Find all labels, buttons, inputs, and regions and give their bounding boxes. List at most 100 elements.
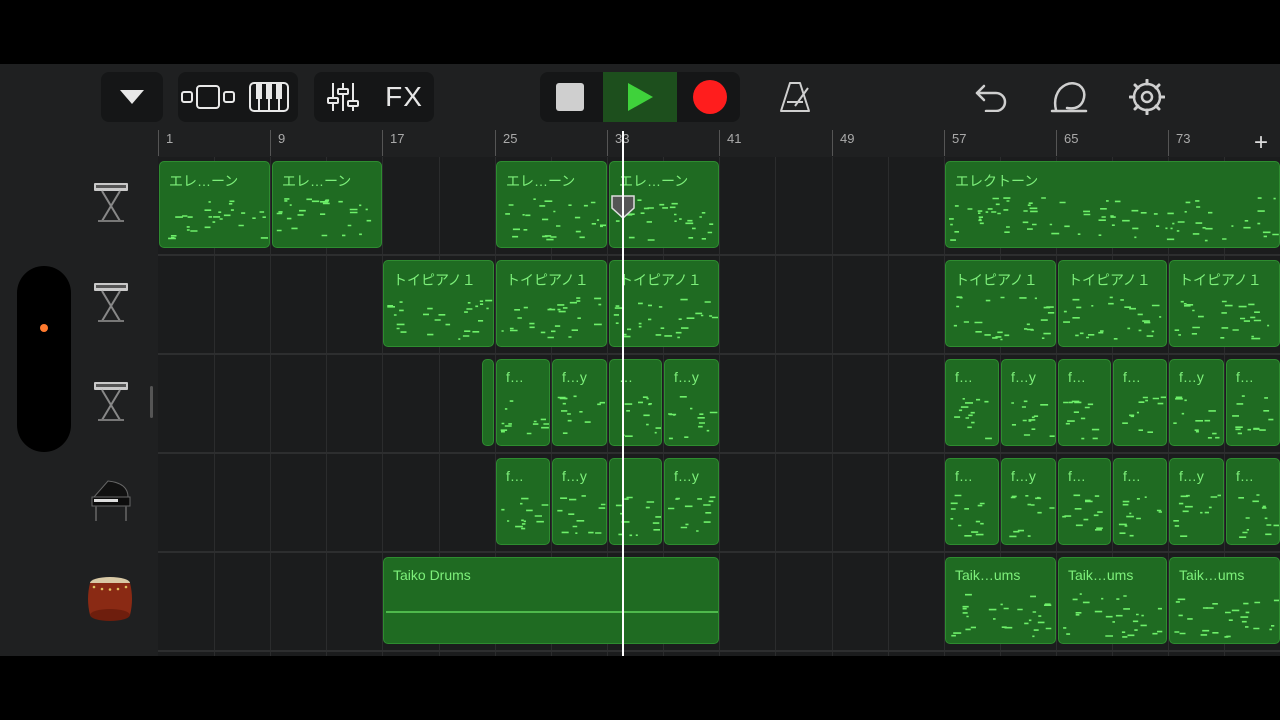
midi-notes-preview	[622, 396, 661, 437]
taiko-drum-icon[interactable]	[84, 573, 136, 625]
midi-region[interactable]: f…y	[1001, 458, 1056, 545]
midi-region[interactable]: トイピアノ１	[945, 260, 1056, 347]
lane-separator	[158, 650, 1280, 652]
midi-region[interactable]: f…	[496, 458, 550, 545]
midi-region[interactable]	[482, 359, 494, 446]
grid-line	[270, 157, 271, 656]
transport-group	[540, 72, 740, 122]
ruler-number: 9	[278, 131, 286, 146]
undo-button[interactable]	[966, 72, 1016, 122]
garageband-app: FX 1 9 17 25 41 49 57 65 73 + エレ…ーン エレ…ー…	[0, 64, 1280, 656]
browser-view-button[interactable]	[178, 72, 238, 122]
midi-region[interactable]: f…	[1058, 458, 1111, 545]
midi-region[interactable]: f…	[1058, 359, 1111, 446]
midi-region[interactable]: トイピアノ１	[1169, 260, 1280, 347]
region-label: エレ…ーン	[619, 173, 689, 189]
region-label: f…	[1236, 369, 1254, 385]
ruler-mark	[270, 130, 271, 156]
stop-button[interactable]	[540, 72, 600, 122]
midi-region[interactable]: トイピアノ１	[609, 260, 719, 347]
timeline-ruler[interactable]: 1 9 17 25 33 41 49 57 65 73 +	[158, 130, 1280, 158]
midi-region[interactable]: f…	[496, 359, 550, 446]
tracks-area[interactable]: エレ…ーン エレ…ーン エレ…ーン エレ…ーン エレクトーン トイピアノ１ トイ…	[158, 157, 1280, 656]
record-button[interactable]	[680, 72, 740, 122]
midi-region[interactable]: エレ…ーン	[159, 161, 270, 248]
header-scroll-handle[interactable]	[150, 386, 153, 418]
midi-region[interactable]: f…	[1226, 359, 1280, 446]
add-section-button[interactable]: +	[1254, 130, 1268, 156]
drum-region[interactable]: Taik…ums	[1058, 557, 1167, 644]
volume-slider[interactable]	[17, 266, 71, 452]
mixer-icon	[327, 83, 359, 111]
midi-region[interactable]: トイピアノ１	[383, 260, 494, 347]
metronome-button[interactable]	[770, 72, 820, 122]
midi-region[interactable]: トイピアノ１	[496, 260, 607, 347]
mix-group: FX	[314, 72, 434, 122]
track-menu-icon	[120, 90, 144, 104]
midi-region[interactable]: f…y	[552, 458, 607, 545]
grid-line	[719, 157, 720, 656]
ruler-mark	[1056, 130, 1057, 156]
midi-region[interactable]: f…y	[552, 359, 607, 446]
drum-region[interactable]: Taik…ums	[1169, 557, 1280, 644]
midi-region[interactable]: f…	[1226, 458, 1280, 545]
midi-region[interactable]: エレ…ーン	[496, 161, 607, 248]
midi-region[interactable]: f…	[1113, 458, 1167, 545]
play-icon	[628, 83, 653, 111]
playhead[interactable]	[622, 131, 624, 656]
region-label: エレ…ーン	[169, 173, 239, 189]
midi-region[interactable]: トイピアノ１	[1058, 260, 1167, 347]
lane-separator	[158, 551, 1280, 553]
record-icon	[693, 80, 727, 114]
midi-region[interactable]: エレクトーン	[945, 161, 1280, 248]
ruler-mark	[158, 130, 159, 156]
toy-piano-keyboard-icon[interactable]	[84, 277, 136, 329]
loop-browser-button[interactable]	[1044, 72, 1094, 122]
ruler-mark	[719, 130, 720, 156]
midi-region[interactable]: f…	[1113, 359, 1167, 446]
midi-region[interactable]: f…y	[1169, 359, 1224, 446]
region-label: f…y	[562, 369, 587, 385]
region-label: f…y	[1011, 468, 1036, 484]
grand-piano-icon[interactable]	[84, 475, 136, 527]
midi-region[interactable]: …	[609, 359, 662, 446]
midi-region[interactable]: f…	[945, 359, 999, 446]
region-label: f…y	[1179, 369, 1204, 385]
ruler-mark	[944, 130, 945, 156]
ruler-mark	[495, 130, 496, 156]
volume-indicator	[40, 324, 48, 332]
region-label: f…	[1123, 369, 1141, 385]
mixer-button[interactable]	[314, 72, 372, 122]
midi-region[interactable]: f…y	[664, 359, 719, 446]
lane-separator	[158, 353, 1280, 355]
midi-region[interactable]: f…y	[1001, 359, 1056, 446]
grid-line	[832, 157, 833, 656]
midi-region[interactable]: f…	[945, 458, 999, 545]
play-button[interactable]	[603, 72, 677, 122]
region-label: Taik…ums	[1068, 567, 1134, 583]
ruler-number: 49	[840, 131, 855, 146]
fx-button[interactable]: FX	[374, 72, 434, 122]
ruler-number: 1	[166, 131, 174, 146]
drum-region[interactable]: Taiko Drums	[383, 557, 719, 644]
midi-region[interactable]	[609, 458, 662, 545]
midi-region[interactable]: f…y	[1169, 458, 1224, 545]
lane-separator	[158, 452, 1280, 454]
keyboard-button[interactable]	[240, 72, 298, 122]
region-label: f…y	[1179, 468, 1204, 484]
ruler-mark	[832, 130, 833, 156]
settings-button[interactable]	[1122, 72, 1172, 122]
ruler-number: 57	[952, 131, 967, 146]
ruler-mark	[607, 130, 608, 156]
keyboard-stand-icon[interactable]	[84, 376, 136, 428]
track-menu-button[interactable]	[101, 72, 163, 122]
grid-line	[888, 157, 889, 656]
region-label: f…y	[674, 369, 699, 385]
region-label: f…y	[562, 468, 587, 484]
electone-keyboard-icon[interactable]	[84, 177, 136, 229]
region-label: エレ…ーン	[282, 173, 352, 189]
drum-region[interactable]: Taik…ums	[945, 557, 1056, 644]
region-label: トイピアノ１	[506, 272, 589, 288]
midi-region[interactable]: エレ…ーン	[272, 161, 382, 248]
midi-region[interactable]: f…y	[664, 458, 719, 545]
